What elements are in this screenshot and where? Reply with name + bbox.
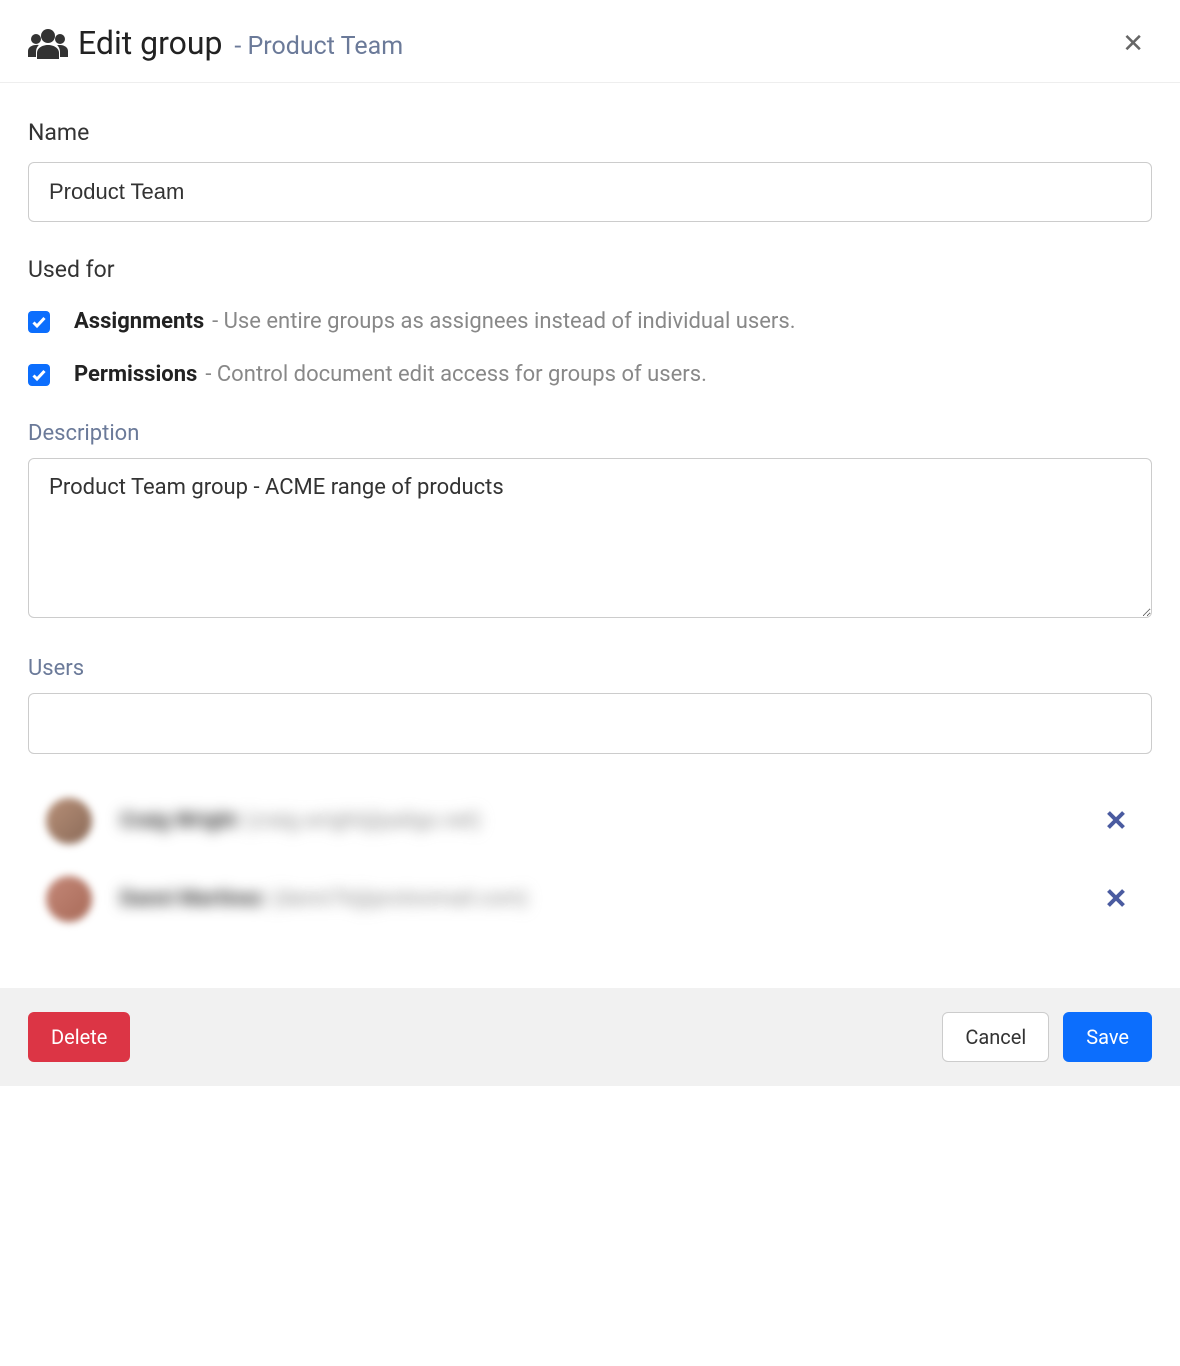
users-group-icon	[28, 27, 68, 59]
dialog-body: Name Used for Assignments - Use entire g…	[0, 83, 1180, 988]
name-label: Name	[28, 119, 1152, 146]
users-search-input[interactable]	[28, 693, 1152, 754]
title-text: Edit group	[78, 24, 222, 62]
checkbox-row-assignments: Assignments - Use entire groups as assig…	[28, 309, 1152, 334]
user-row: Danni Martinez (danni76@protonmail.com)	[28, 860, 1152, 938]
user-info: Craig Wright (craig.wright@paligo.net)	[120, 809, 1062, 833]
name-input[interactable]	[28, 162, 1152, 222]
user-row: Craig Wright (craig.wright@paligo.net)	[28, 782, 1152, 860]
permissions-hint: - Control document edit access for group…	[205, 362, 707, 387]
name-section: Name	[28, 119, 1152, 222]
user-email: (craig.wright@paligo.net)	[245, 809, 480, 833]
user-list: Craig Wright (craig.wright@paligo.net) D…	[28, 782, 1152, 938]
permissions-label-group: Permissions - Control document edit acce…	[74, 362, 707, 387]
used-for-label: Used for	[28, 256, 1152, 283]
dialog-footer: Delete Cancel Save	[0, 988, 1180, 1086]
edit-group-dialog: Edit group - Product Team ✕ Name Used fo…	[0, 0, 1180, 1282]
checkmark-icon	[31, 314, 47, 330]
permissions-checkbox[interactable]	[28, 364, 50, 386]
dialog-title: Edit group - Product Team	[78, 24, 403, 62]
footer-right-buttons: Cancel Save	[942, 1012, 1152, 1062]
user-name: Craig Wright	[120, 809, 237, 833]
delete-button[interactable]: Delete	[28, 1012, 130, 1062]
header-title-group: Edit group - Product Team	[28, 24, 403, 62]
avatar	[46, 876, 92, 922]
assignments-hint: - Use entire groups as assignees instead…	[212, 309, 795, 334]
description-label: Description	[28, 421, 1152, 446]
description-section: Description	[28, 421, 1152, 622]
user-email: (danni76@protonmail.com)	[272, 887, 528, 911]
avatar	[46, 798, 92, 844]
checkmark-icon	[31, 367, 47, 383]
close-icon: ✕	[1122, 28, 1144, 58]
used-for-section: Used for Assignments - Use entire groups…	[28, 256, 1152, 387]
title-suffix: - Product Team	[234, 32, 403, 61]
assignments-label-group: Assignments - Use entire groups as assig…	[74, 309, 796, 334]
assignments-label: Assignments	[74, 309, 204, 334]
remove-icon	[1106, 888, 1126, 908]
permissions-label: Permissions	[74, 362, 197, 387]
close-button[interactable]: ✕	[1114, 26, 1152, 60]
checkbox-row-permissions: Permissions - Control document edit acce…	[28, 362, 1152, 387]
users-section: Users Craig Wright (craig.wright@paligo.…	[28, 656, 1152, 938]
remove-user-button[interactable]	[1090, 806, 1142, 837]
remove-icon	[1106, 810, 1126, 830]
user-name: Danni Martinez	[120, 887, 264, 911]
user-info: Danni Martinez (danni76@protonmail.com)	[120, 887, 1062, 911]
dialog-header: Edit group - Product Team ✕	[0, 0, 1180, 83]
cancel-button[interactable]: Cancel	[942, 1012, 1049, 1062]
assignments-checkbox[interactable]	[28, 311, 50, 333]
description-textarea[interactable]	[28, 458, 1152, 618]
bottom-whitespace	[0, 1086, 1180, 1282]
save-button[interactable]: Save	[1063, 1012, 1152, 1062]
remove-user-button[interactable]	[1090, 884, 1142, 915]
users-label: Users	[28, 656, 1152, 681]
